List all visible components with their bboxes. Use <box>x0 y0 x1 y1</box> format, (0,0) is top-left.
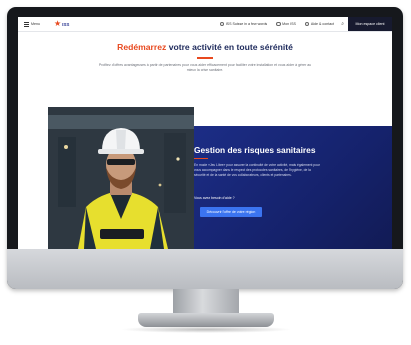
circle-icon <box>304 21 310 27</box>
hero-title-accent: Redémarrez <box>117 42 167 52</box>
feature-question: Vous avez besoin d'aide ? <box>194 196 235 200</box>
nav-item-label: Aide & contact <box>310 21 334 26</box>
top-nav: ISS Suisse in a few words Mon ISS Aide &… <box>219 17 334 31</box>
monitor: Menu ★ ISS ISS Suisse in a few words Mon… <box>7 7 403 289</box>
nav-item-contact[interactable]: Aide & contact <box>304 21 334 27</box>
feature-body: En mode «Jeu Libre» pour assurer la cont… <box>194 163 320 177</box>
nav-item-account[interactable]: Mon ISS <box>276 21 296 27</box>
hero-subtitle: Profitez d'offres avantageuses à partir … <box>98 63 312 72</box>
circle-icon <box>219 21 225 27</box>
menu-label: Menu <box>31 22 40 26</box>
search-icon[interactable]: ⌕ <box>341 21 344 27</box>
monitor-stand-neck <box>173 289 239 315</box>
monitor-chin <box>7 249 403 289</box>
worker-photo <box>48 107 194 249</box>
feature-title: Gestion des risques sanitaires <box>194 145 316 155</box>
worker-illustration <box>48 107 194 249</box>
site-header: Menu ★ ISS ISS Suisse in a few words Mon… <box>18 17 392 32</box>
hero-title: Redémarrez votre activité en toute sérén… <box>18 42 392 52</box>
feature-underline <box>194 158 208 160</box>
logo-text: ISS <box>62 21 70 27</box>
hamburger-icon <box>24 21 29 27</box>
site-logo[interactable]: ★ ISS <box>54 20 69 28</box>
nav-item-label: ISS Suisse in a few words <box>225 21 268 26</box>
star-logo-icon: ★ <box>54 19 62 28</box>
discover-offer-button[interactable]: Découvrir l'offre de votre région <box>200 207 262 217</box>
client-area-button[interactable]: Mon espace client <box>348 17 392 31</box>
nav-item-label: Mon ISS <box>282 21 296 26</box>
hero-title-rest: votre activité en toute sérénité <box>166 42 293 52</box>
stand-shadow <box>120 326 292 333</box>
nav-item-about[interactable]: ISS Suisse in a few words <box>219 21 268 27</box>
circle-icon <box>276 21 281 27</box>
hero-underline <box>197 57 213 59</box>
monitor-stand-base <box>138 313 274 327</box>
menu-button[interactable]: Menu <box>24 21 40 27</box>
screen: Menu ★ ISS ISS Suisse in a few words Mon… <box>18 17 392 249</box>
